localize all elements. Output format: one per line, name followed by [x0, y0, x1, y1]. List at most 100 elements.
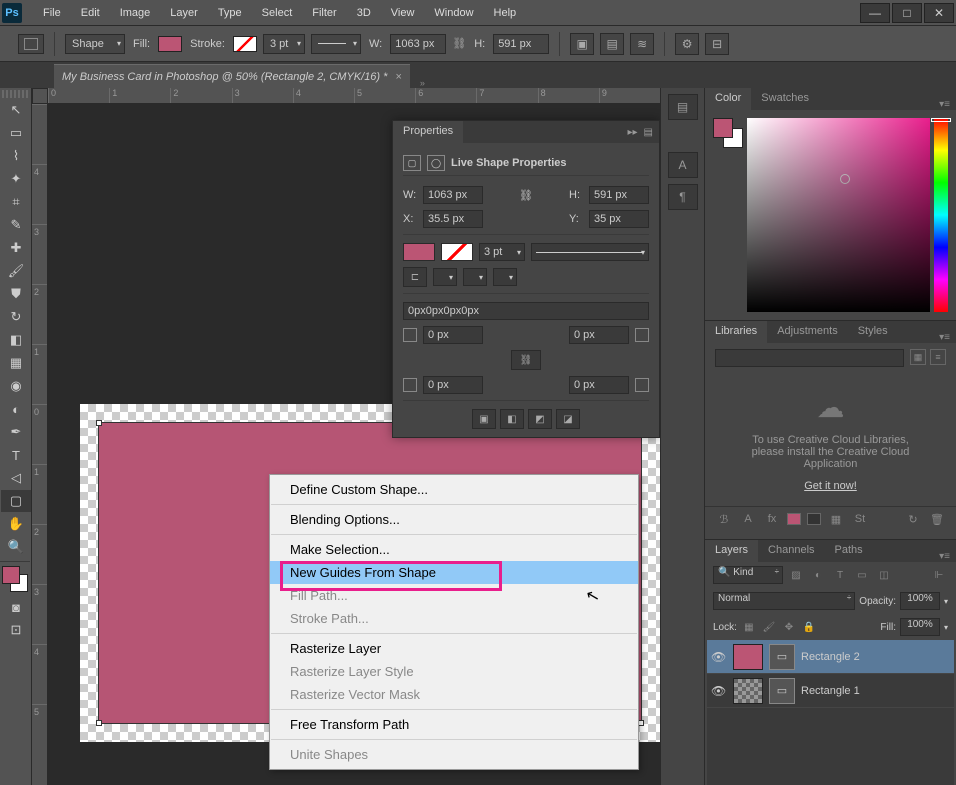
opacity-input[interactable]: 100%	[900, 592, 940, 610]
filter-type-icon[interactable]: T	[831, 567, 849, 583]
styles-tab[interactable]: Styles	[848, 321, 898, 343]
libraries-panel-menu-icon[interactable]: ▾≡	[933, 332, 956, 343]
layer-mask-thumb[interactable]: ▭	[769, 644, 795, 670]
move-tool[interactable]: ↖	[1, 99, 31, 121]
path-alignment-icon[interactable]: ▤	[600, 33, 624, 55]
ctx-make-selection[interactable]: Make Selection...	[270, 538, 638, 561]
library-selector[interactable]	[715, 349, 904, 367]
color-field[interactable]	[747, 118, 930, 312]
color-panel-menu-icon[interactable]: ▾≡	[933, 99, 956, 110]
stroke-width-input[interactable]: 3 pt	[263, 34, 305, 54]
exclude-shapes-icon[interactable]: ◪	[556, 409, 580, 429]
corner-tl-check[interactable]	[403, 328, 417, 342]
filter-smart-icon[interactable]: ◫	[875, 567, 893, 583]
swatches-tab[interactable]: Swatches	[751, 88, 819, 110]
brush-tool[interactable]: 🖌	[1, 260, 31, 282]
ctx-define-custom-shape[interactable]: Define Custom Shape...	[270, 478, 638, 501]
color-swatches[interactable]	[2, 566, 28, 592]
color-swatches[interactable]	[713, 118, 743, 312]
layers-panel-menu-icon[interactable]: ▾≡	[933, 551, 956, 562]
history-panel-icon[interactable]: ▤	[668, 94, 698, 120]
gear-icon[interactable]: ⚙	[675, 33, 699, 55]
menu-select[interactable]: Select	[253, 3, 302, 23]
path-operations-icon[interactable]: ▣	[570, 33, 594, 55]
corner-tl-input[interactable]	[423, 326, 483, 344]
hue-cursor[interactable]	[931, 118, 951, 122]
color-cursor[interactable]	[840, 174, 850, 184]
eraser-tool[interactable]: ◧	[1, 329, 31, 351]
channels-tab[interactable]: Channels	[758, 540, 824, 562]
prop-stroke-swatch[interactable]	[441, 243, 473, 261]
corner-tr-check[interactable]	[635, 328, 649, 342]
link-icon[interactable]: ⛓	[452, 37, 466, 50]
properties-tab[interactable]: Properties	[393, 121, 463, 143]
corner-bl-input[interactable]	[423, 376, 483, 394]
maximize-button[interactable]: □	[892, 3, 922, 23]
toolbox-grip[interactable]	[2, 90, 29, 98]
menu-3d[interactable]: 3D	[348, 3, 380, 23]
collapse-icon[interactable]: ▸▸	[628, 127, 638, 138]
lock-all-icon[interactable]: 🔒	[801, 619, 817, 635]
add-layer-style-icon[interactable]: fx	[763, 511, 781, 527]
filter-adjust-icon[interactable]: ◐	[809, 567, 827, 583]
ctx-blending-options[interactable]: Blending Options...	[270, 508, 638, 531]
prop-fill-swatch[interactable]	[403, 243, 435, 261]
menu-filter[interactable]: Filter	[303, 3, 345, 23]
menu-file[interactable]: File	[34, 3, 70, 23]
ctx-new-guides-from-shape[interactable]: New Guides From Shape	[270, 561, 638, 584]
document-tab[interactable]: My Business Card in Photoshop @ 50% (Rec…	[54, 64, 410, 88]
corner-tr-input[interactable]	[569, 326, 629, 344]
filter-toggle-icon[interactable]: ⊩	[930, 567, 948, 583]
add-graphic-2-icon[interactable]: St	[851, 511, 869, 527]
layer-name[interactable]: Rectangle 1	[801, 685, 860, 697]
pen-tool[interactable]: ✒	[1, 421, 31, 443]
combine-shapes-icon[interactable]: ▣	[472, 409, 496, 429]
subtract-shapes-icon[interactable]: ◧	[500, 409, 524, 429]
panel-menu-icon[interactable]: ▤	[644, 127, 653, 138]
fg-swatch[interactable]	[713, 118, 733, 138]
hand-tool[interactable]: ✋	[1, 513, 31, 535]
blur-tool[interactable]: ◉	[1, 375, 31, 397]
mode-dropdown[interactable]: Shape	[65, 34, 125, 54]
quick-mask-icon[interactable]: ◙	[1, 596, 31, 618]
dodge-tool[interactable]: ◐	[1, 398, 31, 420]
fill-input[interactable]: 100%	[900, 618, 940, 636]
lock-image-icon[interactable]: 🖌	[761, 619, 777, 635]
intersect-shapes-icon[interactable]: ◩	[528, 409, 552, 429]
stroke-style-dropdown[interactable]	[311, 34, 361, 54]
layer-mask-thumb[interactable]: ▭	[769, 678, 795, 704]
close-tab-icon[interactable]: ×	[395, 71, 401, 83]
tab-overflow-icon[interactable]: »	[420, 78, 425, 88]
screen-mode-icon[interactable]: ⊡	[1, 619, 31, 641]
ctx-rasterize-layer[interactable]: Rasterize Layer	[270, 637, 638, 660]
tool-preset-picker[interactable]	[18, 34, 44, 54]
prop-height-input[interactable]	[589, 186, 649, 204]
prop-stroke-style[interactable]	[531, 243, 649, 261]
menu-window[interactable]: Window	[425, 3, 482, 23]
menu-layer[interactable]: Layer	[161, 3, 207, 23]
link-wh-icon[interactable]: ⛓	[489, 189, 563, 202]
layer-name[interactable]: Rectangle 2	[801, 651, 860, 663]
cap-dropdown[interactable]	[463, 268, 487, 286]
fill-color-swatch[interactable]	[158, 36, 182, 52]
libraries-tab[interactable]: Libraries	[705, 321, 767, 343]
add-graphic-icon[interactable]: ▦	[827, 511, 845, 527]
add-char-style-icon[interactable]: A	[739, 511, 757, 527]
prop-x-input[interactable]	[423, 210, 483, 228]
type-tool[interactable]: T	[1, 444, 31, 466]
zoom-tool[interactable]: 🔍	[1, 536, 31, 558]
stroke-color-swatch[interactable]	[233, 36, 257, 52]
history-brush-tool[interactable]: ↻	[1, 306, 31, 328]
filter-shape-icon[interactable]: ▭	[853, 567, 871, 583]
align-inside-dropdown[interactable]	[433, 268, 457, 286]
minimize-button[interactable]: —	[860, 3, 890, 23]
menu-help[interactable]: Help	[485, 3, 526, 23]
path-arrangement-icon[interactable]: ≋	[630, 33, 654, 55]
link-corners-icon[interactable]: ⛓	[511, 350, 541, 370]
kind-filter-dropdown[interactable]: 🔍 Kind	[713, 566, 783, 584]
join-dropdown[interactable]	[493, 268, 517, 286]
layer-item-rectangle-2[interactable]: 👁 ▭ Rectangle 2	[707, 640, 954, 674]
cloud-sync-icon[interactable]: ↻	[904, 511, 922, 527]
horizontal-ruler[interactable]: 0123456789	[48, 88, 660, 104]
add-color-2-icon[interactable]	[807, 513, 821, 525]
